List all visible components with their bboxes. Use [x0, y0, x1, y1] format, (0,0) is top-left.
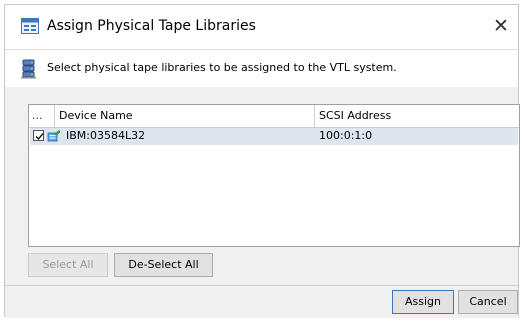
- close-button[interactable]: ✕: [490, 15, 512, 37]
- cancel-button[interactable]: Cancel: [458, 290, 518, 314]
- dialog-footer: Assign Cancel: [5, 285, 518, 318]
- tape-library-icon: [47, 129, 61, 143]
- tape-library-table: ... Device Name SCSI Address IBM:03584L3…: [28, 104, 520, 247]
- instruction-text: Select physical tape libraries to be ass…: [47, 61, 397, 74]
- deselect-all-button[interactable]: De-Select All: [114, 253, 213, 277]
- table-header: ... Device Name SCSI Address: [29, 105, 519, 128]
- column-header-select[interactable]: ...: [32, 105, 50, 127]
- column-header-device-name[interactable]: Device Name: [54, 105, 314, 127]
- table-row[interactable]: IBM:03584L32 100:0:1:0: [30, 128, 518, 145]
- dialog-app-icon: [21, 18, 39, 34]
- dialog-content: ... Device Name SCSI Address IBM:03584L3…: [5, 87, 520, 285]
- assign-tape-libraries-dialog: Assign Physical Tape Libraries ✕ Select …: [4, 4, 520, 318]
- select-all-button[interactable]: Select All: [28, 253, 108, 277]
- server-stack-icon: [19, 59, 39, 79]
- device-name-cell: IBM:03584L32: [66, 129, 146, 142]
- scsi-address-cell: 100:0:1:0: [319, 129, 373, 142]
- assign-button[interactable]: Assign: [392, 290, 454, 314]
- title-bar: Assign Physical Tape Libraries ✕: [5, 5, 518, 49]
- dialog-title: Assign Physical Tape Libraries: [47, 18, 256, 34]
- row-checkbox[interactable]: [33, 130, 44, 141]
- instruction-band: Select physical tape libraries to be ass…: [5, 49, 518, 89]
- column-header-scsi-address[interactable]: SCSI Address: [314, 105, 519, 127]
